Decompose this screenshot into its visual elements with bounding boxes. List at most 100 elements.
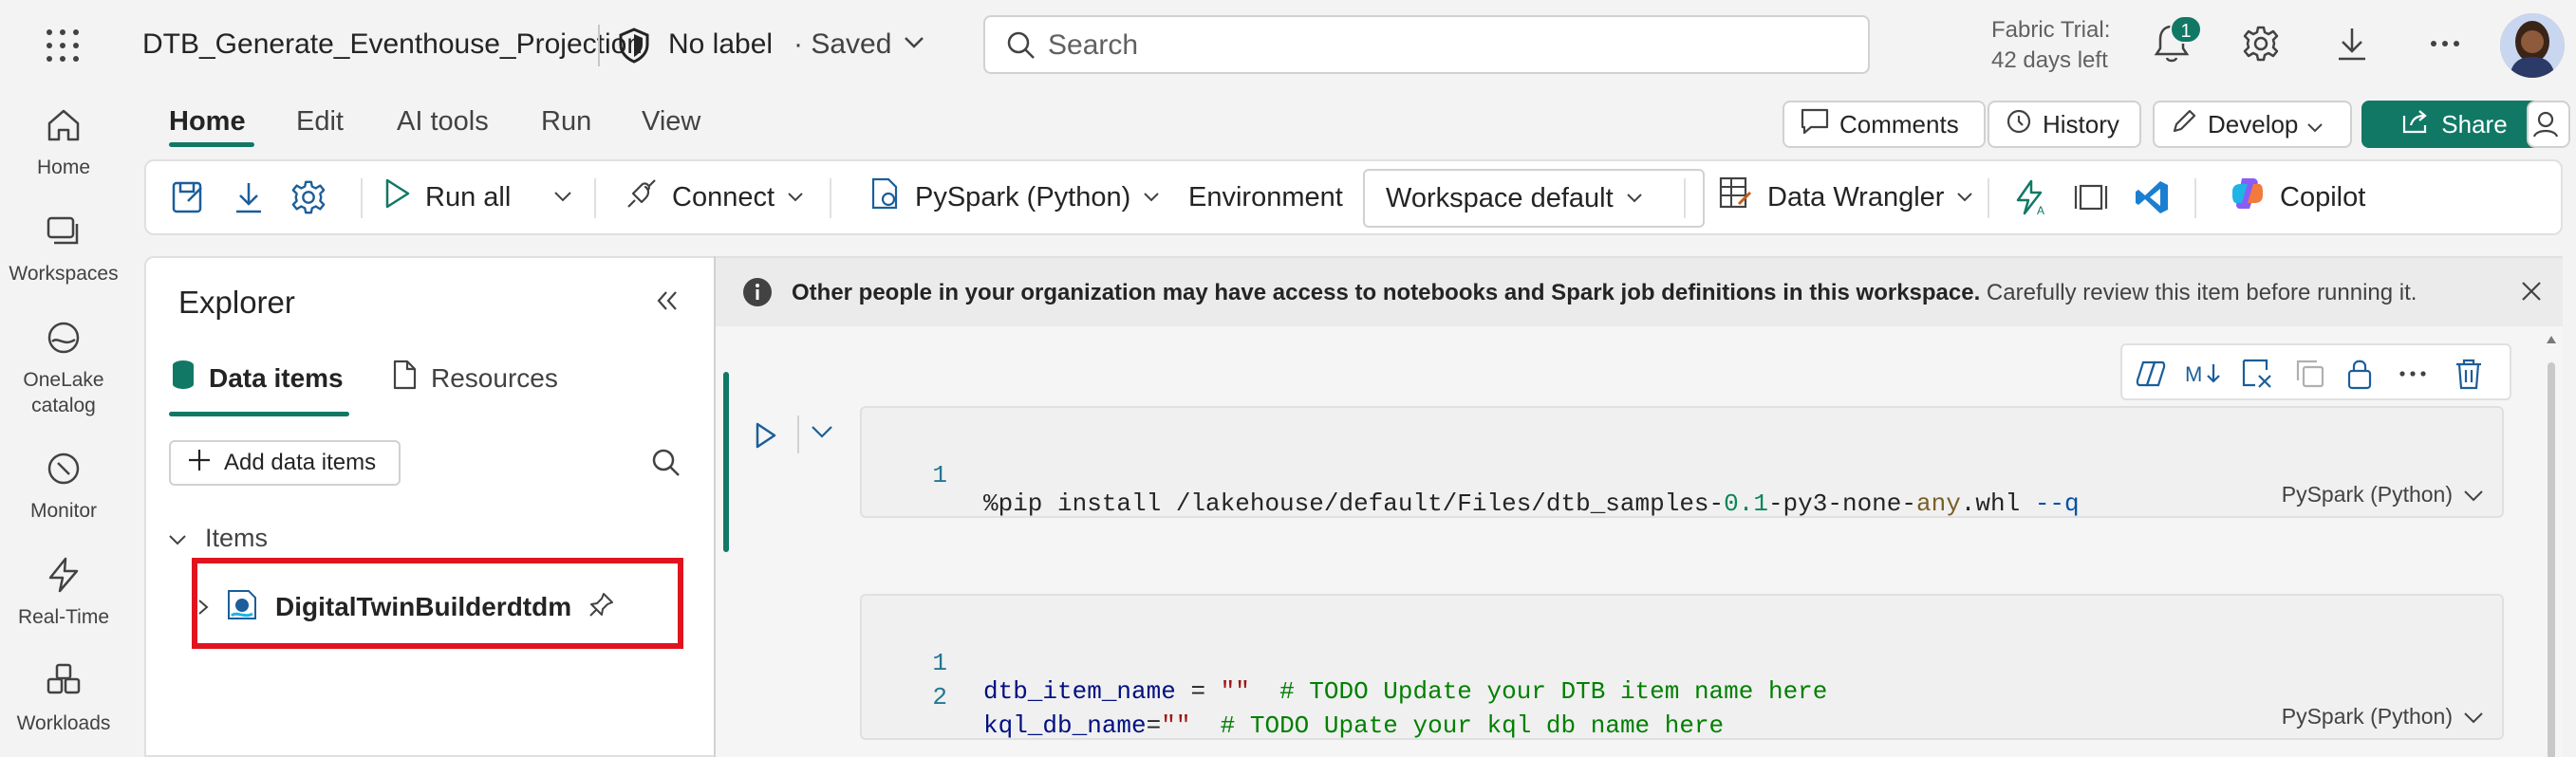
history-label: History <box>2043 109 2119 138</box>
language-selector[interactable]: PySpark (Python) <box>868 161 1159 233</box>
chevron-down-icon[interactable] <box>904 36 924 54</box>
items-section-header[interactable]: Items <box>169 524 268 553</box>
collapse-pane-icon[interactable] <box>653 286 681 320</box>
cell-language-tag[interactable]: PySpark (Python) <box>2282 704 2483 729</box>
home-icon <box>0 106 127 149</box>
rail-item-onelake-catalog[interactable]: OneLake catalog <box>0 319 127 418</box>
share-button[interactable]: Share <box>2361 101 2548 148</box>
more-options-icon[interactable] <box>2396 357 2430 396</box>
rail-label: OneLake catalog <box>23 369 104 416</box>
spark-action-icon[interactable]: A <box>2012 161 2050 233</box>
notice-text: Other people in your organization may ha… <box>792 280 2417 306</box>
share-label: Share <box>2441 109 2508 138</box>
info-icon <box>742 277 773 312</box>
plug-icon <box>625 176 659 218</box>
delete-cell-icon[interactable] <box>2453 357 2485 396</box>
settings-gear-icon[interactable] <box>290 161 327 233</box>
rail-label: Monitor <box>29 500 98 522</box>
divider <box>797 415 799 453</box>
environment-value: Workspace default <box>1386 182 1614 213</box>
history-icon <box>2005 107 2033 142</box>
frame-icon[interactable] <box>2073 161 2109 233</box>
code-line[interactable]: 1 %pip install /lakehouse/default/Files/… <box>862 433 2079 546</box>
tab-edit[interactable]: Edit <box>296 106 344 138</box>
data-wrangler-icon <box>1718 175 1754 219</box>
app-launcher-icon[interactable] <box>46 28 80 63</box>
tab-resources[interactable]: Resources <box>391 359 558 397</box>
monitor-icon <box>0 450 127 492</box>
chevron-down-icon[interactable] <box>811 425 833 445</box>
chevron-down-icon <box>169 524 186 553</box>
highlight-annotation <box>192 558 683 649</box>
more-options-icon[interactable] <box>2426 25 2464 67</box>
gear-icon[interactable] <box>2242 25 2280 67</box>
notice-bold: Other people in your organization may ha… <box>792 280 1981 305</box>
tab-view[interactable]: View <box>642 106 700 138</box>
connect-button[interactable]: Connect <box>625 161 803 233</box>
history-button[interactable]: History <box>1988 101 2141 148</box>
tab-data-items[interactable]: Data items <box>171 359 344 397</box>
develop-label: Develop <box>2208 109 2299 138</box>
code-cell[interactable]: 1 %pip install /lakehouse/default/Files/… <box>860 406 2504 518</box>
line-number: 1 <box>932 461 947 489</box>
people-icon[interactable] <box>2527 101 2570 148</box>
add-data-items-button[interactable]: Add data items <box>169 440 401 486</box>
notebook-title[interactable]: DTB_Generate_Eventhouse_Projection <box>142 28 643 61</box>
markdown-toggle-icon[interactable]: M <box>2185 359 2223 394</box>
scrollbar-thumb[interactable] <box>2548 362 2555 757</box>
lock-icon[interactable] <box>2344 357 2375 396</box>
divider <box>361 178 363 218</box>
tab-run[interactable]: Run <box>541 106 591 138</box>
shield-icon[interactable] <box>615 27 653 69</box>
code-line[interactable]: 2 kql_db_name="" # TODO Upate your kql d… <box>862 655 1724 757</box>
download-icon[interactable] <box>2333 25 2371 67</box>
rail-item-home[interactable]: Home <box>0 106 127 180</box>
notification-badge: 1 <box>2170 15 2202 44</box>
tab-home[interactable]: Home <box>169 106 246 138</box>
rail-item-workspaces[interactable]: Workspaces <box>0 212 127 286</box>
tab-ai-tools[interactable]: AI tools <box>397 106 489 138</box>
copy-cell-icon[interactable] <box>2293 357 2327 396</box>
vscode-icon[interactable] <box>2134 161 2172 233</box>
sensitivity-label[interactable]: No label <box>668 28 773 61</box>
rail-label: Workspaces <box>9 263 119 285</box>
divider <box>1684 178 1686 218</box>
rail-item-real-time[interactable]: Real-Time <box>0 556 127 630</box>
run-all-button[interactable]: Run all <box>383 161 511 233</box>
develop-button[interactable]: Develop <box>2153 101 2352 148</box>
comments-button[interactable]: Comments <box>1783 101 1986 148</box>
plus-icon <box>186 447 213 480</box>
save-notebook-icon[interactable] <box>169 161 207 233</box>
chevron-down-icon <box>2307 110 2324 139</box>
environment-select[interactable]: Workspace default <box>1363 169 1705 228</box>
workloads-icon <box>0 662 127 705</box>
run-cell-icon[interactable] <box>754 421 778 454</box>
user-avatar[interactable] <box>2500 13 2565 78</box>
svg-text:M: M <box>2185 362 2202 386</box>
trial-days-left[interactable]: 42 days left <box>1991 47 2108 74</box>
share-icon <box>2401 108 2430 141</box>
play-icon <box>383 177 412 217</box>
copilot-cell-icon[interactable] <box>2134 357 2168 396</box>
search-icon[interactable] <box>651 448 681 483</box>
connect-label: Connect <box>672 181 775 212</box>
code-cell[interactable]: 1 dtb_item_name = "" # TODO Update your … <box>860 594 2504 740</box>
divider <box>594 178 596 218</box>
trial-label[interactable]: Fabric Trial: <box>1991 17 2110 44</box>
search-input[interactable] <box>1048 28 1845 63</box>
clear-output-icon[interactable] <box>2240 357 2274 396</box>
run-all-label: Run all <box>425 181 512 212</box>
rail-item-monitor[interactable]: Monitor <box>0 450 127 524</box>
copilot-button[interactable]: Copilot <box>2229 161 2365 233</box>
svg-text:A: A <box>2037 204 2044 216</box>
cell-language-label: PySpark (Python) <box>2281 482 2453 507</box>
close-icon[interactable] <box>2519 279 2544 308</box>
search-box[interactable] <box>983 15 1870 74</box>
download-icon[interactable] <box>232 161 266 233</box>
cell-language-tag[interactable]: PySpark (Python) <box>2282 482 2483 508</box>
rail-item-workloads[interactable]: Workloads <box>0 662 127 736</box>
save-status[interactable]: · Saved <box>793 28 891 61</box>
data-wrangler-button[interactable]: Data Wrangler <box>1718 161 1973 233</box>
chevron-down-icon <box>2464 482 2483 508</box>
run-all-dropdown[interactable] <box>554 161 571 233</box>
